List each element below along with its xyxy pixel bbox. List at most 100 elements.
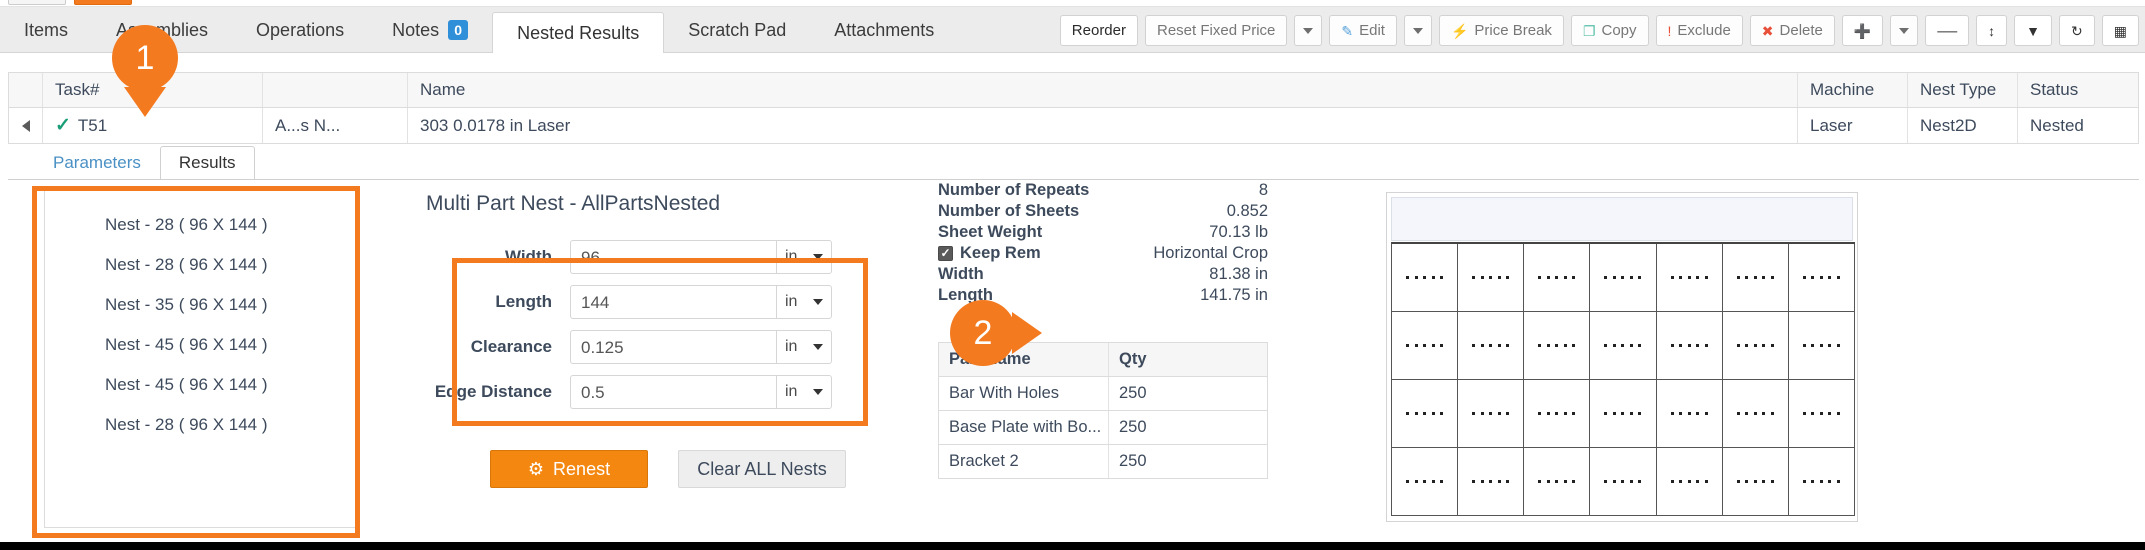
row-expander-cell[interactable]: [9, 108, 43, 143]
nested-part[interactable]: [1458, 312, 1524, 380]
nested-part[interactable]: [1392, 312, 1458, 380]
length-unit-select[interactable]: in: [776, 285, 832, 319]
clearance-input[interactable]: 0.125: [570, 330, 776, 364]
keep-remnant-checkbox[interactable]: ✓: [938, 246, 953, 261]
nested-part[interactable]: [1392, 448, 1458, 516]
grid-columns-button[interactable]: ▦: [2102, 15, 2139, 46]
part-holes: [1671, 276, 1708, 279]
clear-all-nests-button[interactable]: Clear ALL Nests: [678, 450, 846, 488]
edge-distance-unit-select[interactable]: in: [776, 375, 832, 409]
tab-assemblies[interactable]: Assemblies: [92, 7, 232, 53]
table-row[interactable]: Bar With Holes 250: [938, 377, 1268, 411]
reset-fixed-price-button[interactable]: Reset Fixed Price: [1145, 15, 1287, 46]
clearance-unit-select[interactable]: in: [776, 330, 832, 364]
reset-fixed-price-dropdown[interactable]: [1294, 15, 1322, 46]
table-row[interactable]: Base Plate with Bo... 250: [938, 411, 1268, 445]
hole-icon: [1820, 412, 1823, 415]
partial-plain-button[interactable]: [8, 0, 66, 5]
table-row[interactable]: Bracket 2 250: [938, 445, 1268, 479]
hole-icon: [1547, 480, 1550, 483]
column-header-machine[interactable]: Machine: [1798, 73, 1908, 107]
nested-part[interactable]: [1524, 448, 1590, 516]
nested-part[interactable]: [1789, 244, 1855, 312]
nest-preview[interactable]: [1386, 192, 1858, 522]
width-input[interactable]: 96: [570, 240, 776, 274]
refresh-button[interactable]: ↻: [2059, 15, 2095, 46]
nested-part[interactable]: [1524, 244, 1590, 312]
field-width-label: Width: [430, 247, 570, 267]
nested-part[interactable]: [1524, 380, 1590, 448]
tab-parameters[interactable]: Parameters: [34, 146, 160, 180]
nested-part[interactable]: [1458, 380, 1524, 448]
stat-sheet-weight-label: Sheet Weight: [938, 223, 1042, 242]
add-dropdown[interactable]: [1890, 15, 1918, 46]
tab-items[interactable]: Items: [0, 7, 92, 53]
table-row[interactable]: ✓ T51 A...s N... 303 0.0178 in Laser Las…: [8, 108, 2139, 144]
tab-notes[interactable]: Notes 0: [368, 7, 492, 53]
nested-part[interactable]: [1392, 244, 1458, 312]
nested-part[interactable]: [1723, 312, 1789, 380]
tab-nested-results[interactable]: Nested Results: [492, 12, 664, 53]
delete-button[interactable]: ✖ Delete: [1750, 15, 1835, 46]
reorder-button[interactable]: Reorder: [1060, 15, 1138, 46]
tab-operations[interactable]: Operations: [232, 7, 368, 53]
nested-part[interactable]: [1590, 312, 1656, 380]
exclude-button[interactable]: ! Exclude: [1656, 15, 1743, 46]
nested-part[interactable]: [1789, 312, 1855, 380]
tab-results[interactable]: Results: [160, 146, 255, 180]
price-break-button[interactable]: ⚡ Price Break: [1439, 15, 1564, 46]
nested-part[interactable]: [1723, 448, 1789, 516]
nested-part[interactable]: [1590, 244, 1656, 312]
nested-part[interactable]: [1590, 380, 1656, 448]
nested-part[interactable]: [1789, 448, 1855, 516]
nested-part[interactable]: [1657, 448, 1723, 516]
hole-icon: [1572, 276, 1575, 279]
nested-part[interactable]: [1789, 380, 1855, 448]
column-header-name[interactable]: Name: [408, 73, 1798, 107]
column-header-nest-type[interactable]: Nest Type: [1908, 73, 2018, 107]
remove-button[interactable]: ──: [1925, 15, 1969, 46]
hole-icon: [1621, 344, 1624, 347]
nested-part[interactable]: [1657, 312, 1723, 380]
edit-button[interactable]: ✎ Edit: [1329, 15, 1397, 46]
tab-scratch-pad[interactable]: Scratch Pad: [664, 7, 810, 53]
nested-part[interactable]: [1524, 312, 1590, 380]
copy-button[interactable]: ❐ Copy: [1571, 15, 1649, 46]
filter-button[interactable]: ▼: [2014, 15, 2052, 46]
list-item[interactable]: Nest - 45 ( 96 X 144 ): [45, 325, 359, 365]
length-input[interactable]: 144: [570, 285, 776, 319]
hole-icon: [1811, 480, 1814, 483]
partial-orange-button[interactable]: [74, 0, 132, 5]
tab-attachments[interactable]: Attachments: [810, 7, 958, 53]
nested-part[interactable]: [1392, 380, 1458, 448]
column-header-assembly[interactable]: [263, 73, 408, 107]
hole-icon: [1547, 412, 1550, 415]
nested-part[interactable]: [1590, 448, 1656, 516]
nested-part[interactable]: [1458, 448, 1524, 516]
keep-remnant-text: Keep Rem: [960, 244, 1041, 263]
nested-part[interactable]: [1723, 380, 1789, 448]
width-unit-select[interactable]: in: [776, 240, 832, 274]
hole-icon: [1754, 276, 1757, 279]
list-item[interactable]: Nest - 45 ( 96 X 144 ): [45, 365, 359, 405]
cell-task-label: T51: [78, 116, 107, 136]
renest-button[interactable]: ⚙ Renest: [490, 450, 648, 488]
list-item[interactable]: Nest - 28 ( 96 X 144 ): [45, 205, 359, 245]
hole-icon: [1547, 276, 1550, 279]
add-button[interactable]: ➕: [1842, 15, 1883, 46]
list-item[interactable]: Nest - 28 ( 96 X 144 ): [45, 245, 359, 285]
edit-dropdown[interactable]: [1404, 15, 1432, 46]
list-item[interactable]: Nest - 35 ( 96 X 144 ): [45, 285, 359, 325]
nested-part[interactable]: [1723, 244, 1789, 312]
nested-part[interactable]: [1657, 380, 1723, 448]
nested-part[interactable]: [1458, 244, 1524, 312]
nested-part[interactable]: [1657, 244, 1723, 312]
part-holes: [1737, 412, 1774, 415]
list-item[interactable]: Nest - 28 ( 96 X 144 ): [45, 405, 359, 445]
column-header-status[interactable]: Status: [2018, 73, 2138, 107]
edge-distance-input[interactable]: 0.5: [570, 375, 776, 409]
nest-item-label: Nest - 45 ( 96 X 144 ): [105, 375, 268, 394]
resize-rows-button[interactable]: ↕: [1976, 15, 2007, 46]
column-header-task[interactable]: Task#: [43, 73, 263, 107]
hole-icon: [1679, 480, 1682, 483]
